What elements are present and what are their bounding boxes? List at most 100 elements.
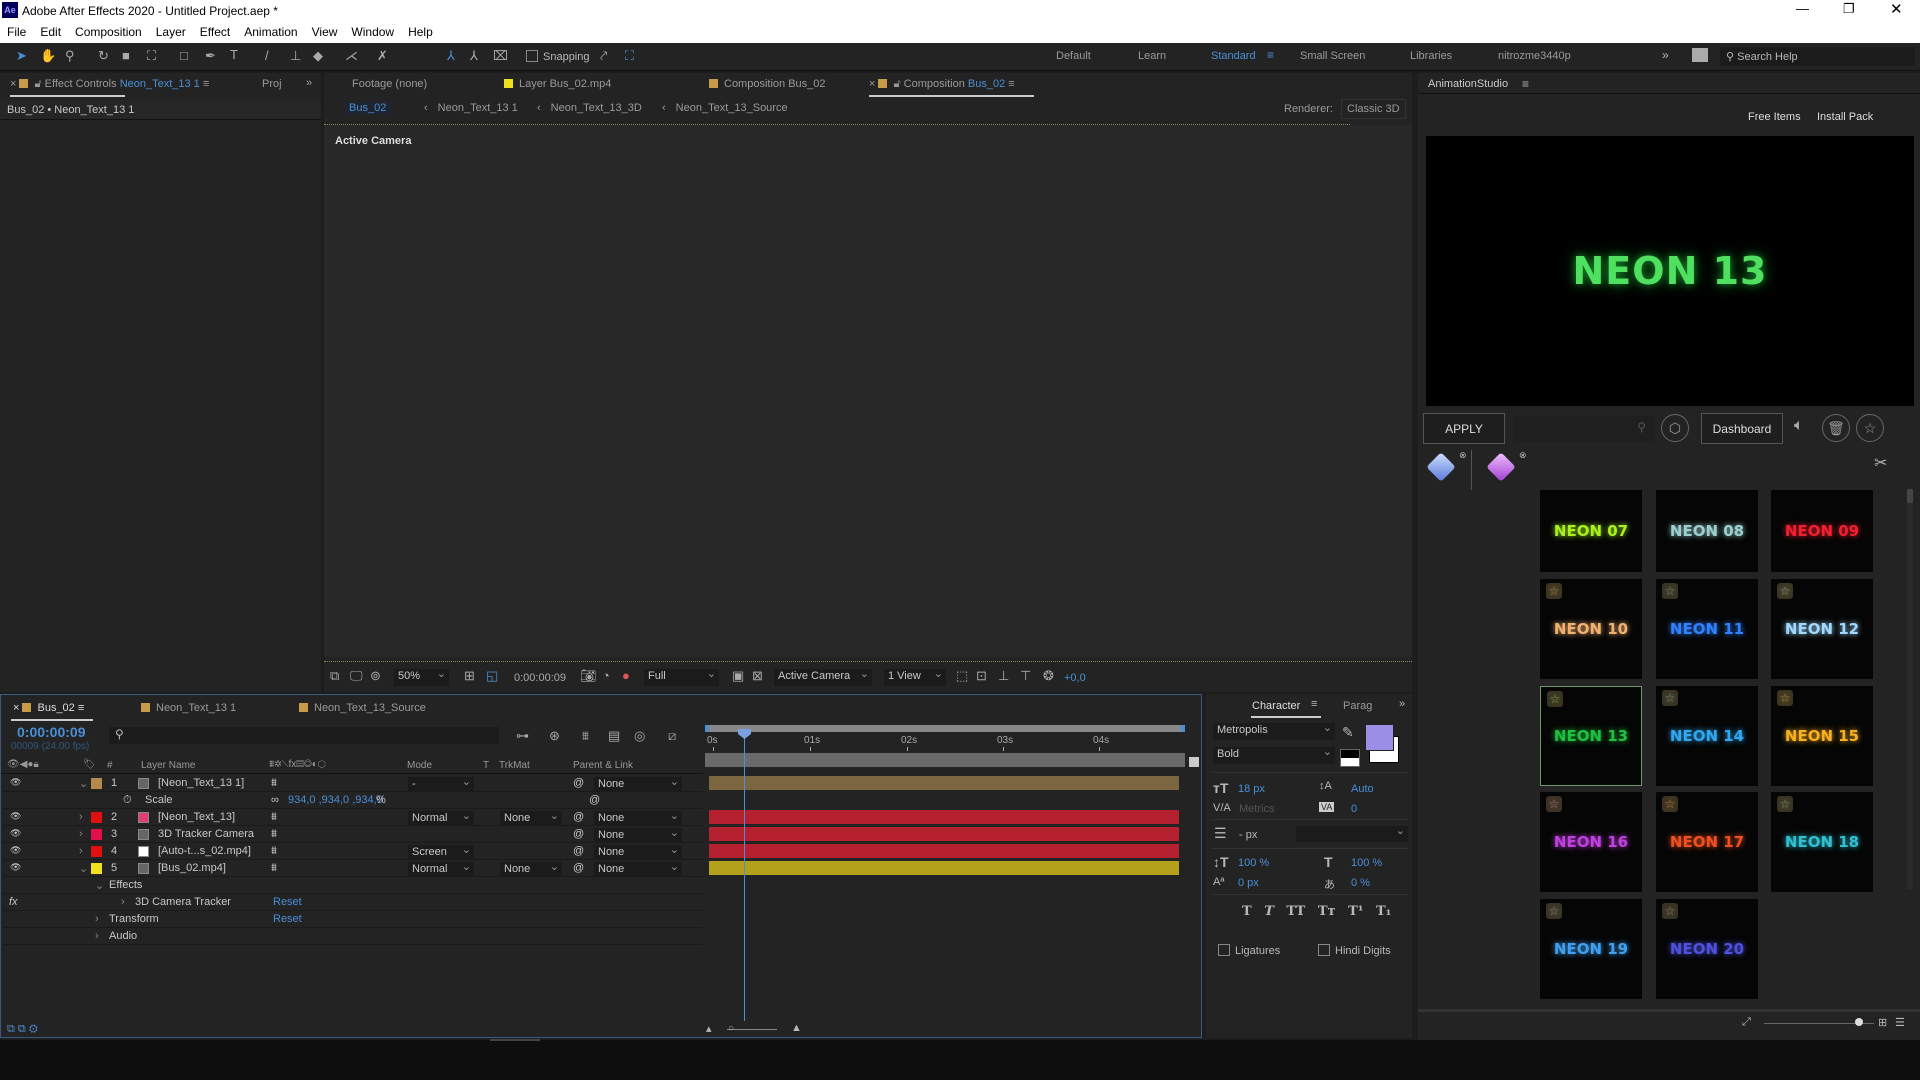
menu-edit[interactable]: Edit: [33, 21, 68, 39]
kerning-value[interactable]: Metrics: [1239, 803, 1274, 815]
shy-switch-icon[interactable]: ⩩: [271, 811, 277, 824]
tab-paragraph[interactable]: Parag: [1343, 700, 1372, 712]
timeline-tab-1[interactable]: Neon_Text_13 1: [141, 702, 236, 714]
title-safe-icon[interactable]: ⊞: [464, 668, 475, 684]
favorite-star-icon[interactable]: ☆: [1547, 691, 1563, 707]
preset-thumbnail[interactable]: ☆ NEON 12: [1771, 579, 1873, 679]
zoom-in-icon[interactable]: ▲: [791, 1022, 802, 1034]
tab-composition-bus02[interactable]: × 🔓︎ Composition Bus_02 ≡: [869, 78, 1015, 91]
shy-switch-icon[interactable]: ⩩: [271, 862, 277, 875]
blend-mode-dropdown[interactable]: Normal: [408, 809, 474, 826]
collapse-icon[interactable]: ⌄: [79, 862, 88, 875]
label-color[interactable]: [91, 812, 102, 823]
clone-stamp-tool-icon[interactable]: ⊥: [290, 48, 301, 64]
effect-row-camera_tracker[interactable]: fx › 3D Camera Tracker Reset: [3, 894, 703, 911]
expand-icon[interactable]: ›: [79, 828, 83, 840]
blend-mode-dropdown[interactable]: Screen: [408, 843, 474, 860]
favorite-star-icon[interactable]: ☆: [1546, 583, 1562, 599]
layer-duration-bar[interactable]: [709, 810, 1179, 824]
pick-whip-icon[interactable]: @: [573, 845, 584, 857]
channel-icon[interactable]: ●: [622, 668, 630, 683]
free-items-link[interactable]: Free Items: [1748, 111, 1801, 123]
visibility-eye-icon[interactable]: 👁︎: [10, 811, 21, 822]
preset-thumbnail[interactable]: ☆ NEON 15: [1771, 686, 1873, 786]
scrollbar-thumb[interactable]: [1907, 489, 1913, 503]
more-panels-icon[interactable]: »: [306, 77, 312, 89]
scrollbar[interactable]: [1907, 489, 1913, 889]
panel-splitter[interactable]: [490, 1039, 540, 1041]
expand-icon[interactable]: ›: [121, 896, 125, 908]
parent-dropdown[interactable]: None: [594, 775, 682, 792]
preset-thumbnail[interactable]: ☆ NEON 11: [1656, 579, 1758, 679]
favorite-star-icon[interactable]: ☆: [1662, 583, 1678, 599]
magnification-dropdown[interactable]: 50%: [394, 667, 449, 686]
workspace-menu-icon[interactable]: ≡: [1267, 48, 1274, 62]
favorite-star-icon[interactable]: ☆: [1777, 690, 1793, 706]
mask-visibility-icon[interactable]: ◱: [486, 668, 498, 684]
rectangle-tool-icon[interactable]: □: [180, 48, 188, 63]
shy-switch-icon[interactable]: ⩩: [271, 828, 277, 841]
fill-color-swatch[interactable]: [1365, 724, 1394, 751]
timeline-icon[interactable]: ⊥: [998, 668, 1009, 684]
layer-duration-bar[interactable]: [709, 861, 1179, 875]
comp-breadcrumb-0[interactable]: Bus_02: [344, 102, 392, 114]
playhead[interactable]: [744, 731, 745, 1021]
effect-row-transform[interactable]: › Transform Reset: [3, 911, 703, 928]
comp-breadcrumb-2[interactable]: ‹ Neon_Text_13_3D: [537, 102, 642, 114]
layer-duration-bar[interactable]: [709, 844, 1179, 858]
workspace-3[interactable]: Small Screen: [1300, 50, 1365, 62]
layer-row[interactable]: 👁︎ ⌄ 5 [Bus_02.mp4] ⩩ Normal None @ None: [3, 860, 703, 877]
pack-tab-1[interactable]: ⊗: [1418, 450, 1472, 490]
sync-settings-icon[interactable]: [1692, 48, 1708, 62]
favorite-star-icon[interactable]: ☆: [1662, 690, 1678, 706]
menu-file[interactable]: File: [0, 21, 33, 39]
text-style-buttons[interactable]: T T TT Tт T¹ T₁: [1242, 904, 1391, 919]
more-panels-icon[interactable]: »: [1399, 698, 1405, 710]
reset-link[interactable]: Reset: [273, 913, 302, 925]
thumb-size-handle[interactable]: [1855, 1018, 1863, 1026]
collapse-icon[interactable]: ⌄: [79, 777, 88, 790]
blend-mode-dropdown[interactable]: -: [408, 775, 474, 792]
local-axis-icon[interactable]: ⅄: [447, 48, 455, 64]
draft-3d-icon[interactable]: ⊛: [549, 728, 560, 744]
snapping-checkbox[interactable]: Snapping: [526, 50, 590, 63]
exposure-value[interactable]: +0,0: [1064, 672, 1086, 684]
zoom-slider[interactable]: [727, 1029, 777, 1030]
visibility-eye-icon[interactable]: 👁︎: [10, 777, 21, 788]
layer-row[interactable]: 👁︎ › 2 [Neon_Text_13] ⩩ Normal None @ None: [3, 809, 703, 826]
snap-grid-icon[interactable]: ⛶: [625, 48, 634, 64]
font-style-dropdown[interactable]: Bold: [1213, 745, 1335, 764]
region-of-interest-icon[interactable]: ▣: [732, 668, 744, 684]
type-tool-icon[interactable]: T: [230, 47, 238, 62]
ligatures-checkbox[interactable]: Ligatures: [1218, 944, 1280, 957]
vertical-scale-value[interactable]: 100 %: [1238, 857, 1269, 869]
pick-whip-icon[interactable]: @: [573, 828, 584, 840]
layer-duration-bar[interactable]: [709, 776, 1179, 790]
preset-thumbnail[interactable]: NEON 07: [1540, 490, 1642, 572]
menu-layer[interactable]: Layer: [149, 21, 193, 39]
label-color[interactable]: [91, 778, 102, 789]
panel-menu-icon[interactable]: ≡: [1522, 77, 1529, 91]
visibility-eye-icon[interactable]: 👁︎: [10, 845, 21, 856]
pick-whip-icon[interactable]: @: [573, 811, 584, 823]
panel-menu-icon[interactable]: ≡: [1008, 78, 1014, 90]
list-view-icon[interactable]: ☰: [1895, 1016, 1905, 1029]
baseline-shift-value[interactable]: 0 px: [1238, 877, 1259, 889]
trash-icon[interactable]: 🗑︎: [1822, 414, 1850, 442]
effect-controls-tab[interactable]: × 🔓︎ Effect Controls Neon_Text_13 1 ≡: [10, 78, 209, 91]
preset-search-input[interactable]: ⚲: [1514, 416, 1654, 441]
panel-menu-icon[interactable]: ≡: [1311, 698, 1317, 710]
composition-canvas[interactable]: Active Camera: [324, 125, 1412, 657]
tsume-value[interactable]: 0 %: [1351, 877, 1370, 889]
sound-icon[interactable]: 🔈︎: [1794, 417, 1804, 435]
parent-dropdown[interactable]: None: [594, 860, 682, 877]
comp-flowchart-icon[interactable]: ⊶: [516, 728, 529, 744]
show-snapshot-icon[interactable]: ◔: [602, 668, 610, 683]
hindi-digits-checkbox[interactable]: Hindi Digits: [1318, 944, 1391, 957]
close-pack-icon[interactable]: ⊗: [1519, 450, 1527, 461]
favorite-star-icon[interactable]: ☆: [1546, 796, 1562, 812]
parent-dropdown[interactable]: None: [594, 809, 682, 826]
transparency-grid-icon[interactable]: ⊠: [752, 668, 763, 684]
tools-icon[interactable]: ✂: [1874, 453, 1887, 473]
project-tab[interactable]: Proj: [262, 78, 282, 90]
